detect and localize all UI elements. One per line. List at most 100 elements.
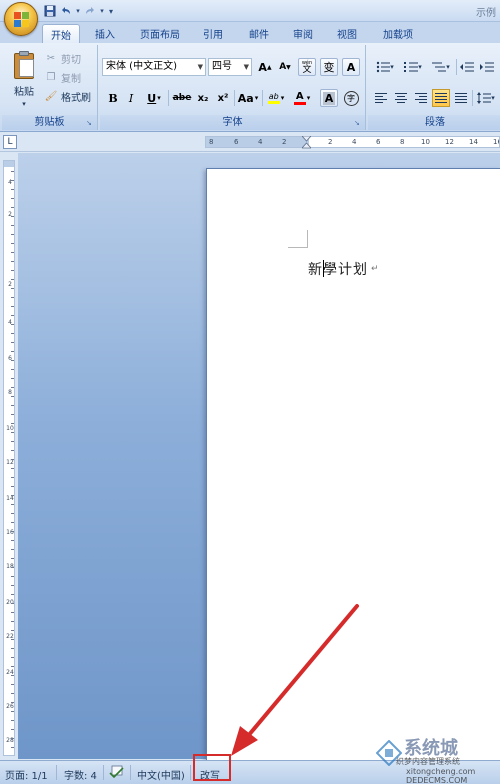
line-spacing-button[interactable]: ▾ xyxy=(474,89,498,107)
cut-label: 剪切 xyxy=(61,54,81,66)
numbering-button[interactable]: ▾ xyxy=(400,58,426,76)
format-painter-label: 格式刷 xyxy=(61,92,91,104)
office-logo-icon xyxy=(14,12,30,28)
align-left-button[interactable] xyxy=(372,89,390,107)
paragraph-mark: ↵ xyxy=(371,264,379,274)
shrink-font-button[interactable]: A ▼ xyxy=(276,58,294,76)
ruler-number: 14 xyxy=(6,495,14,502)
tab-selector-button[interactable]: L xyxy=(3,135,17,149)
ruler-tick xyxy=(11,612,14,613)
paragraph-group-label: 段落 xyxy=(368,115,500,130)
char-shading-button[interactable]: A xyxy=(320,89,338,107)
tab-review[interactable]: 审阅 xyxy=(286,24,320,43)
bold-button[interactable]: B xyxy=(104,89,122,107)
ruler-tick xyxy=(11,621,14,622)
document-page[interactable] xyxy=(206,168,500,760)
char-border-icon: A xyxy=(346,60,356,74)
cut-button[interactable]: ✂ 剪切 xyxy=(44,50,81,66)
ruler-number: 6 xyxy=(376,138,381,146)
document-text[interactable]: 新學计划 xyxy=(308,259,368,279)
align-center-button[interactable] xyxy=(392,89,410,107)
align-right-button[interactable] xyxy=(412,89,430,107)
ruler-tick xyxy=(11,414,14,415)
justify-button[interactable] xyxy=(432,89,450,107)
grow-font-button[interactable]: A ▲ xyxy=(256,58,274,76)
multilevel-list-button[interactable]: ▾ xyxy=(428,58,454,76)
align-left-icon xyxy=(375,93,387,103)
tab-addins[interactable]: 加载项 xyxy=(376,24,420,43)
watermark-url: xitongcheng.com DEDECMS.COM xyxy=(406,767,476,784)
copy-label: 复制 xyxy=(61,73,81,85)
change-case-button[interactable]: Aa ▾ xyxy=(236,89,260,107)
undo-icon[interactable] xyxy=(58,3,74,19)
underline-button[interactable]: U ▾ xyxy=(142,89,166,107)
decrease-indent-button[interactable] xyxy=(458,58,476,76)
horizontal-ruler[interactable]: 8 6 4 2 2 4 6 8 10 12 14 16 xyxy=(205,136,500,148)
save-icon[interactable] xyxy=(42,3,58,19)
bullets-button[interactable]: ▾ xyxy=(372,58,398,76)
paste-label: 粘贴 xyxy=(14,87,34,98)
tab-references[interactable]: 引用 xyxy=(196,24,230,43)
align-center-icon xyxy=(395,93,407,103)
paste-dropdown-icon[interactable]: ▾ xyxy=(22,100,26,108)
proofing-icon[interactable] xyxy=(109,765,125,782)
tab-page-layout[interactable]: 页面布局 xyxy=(134,24,186,43)
ruler-tick xyxy=(11,594,14,595)
ruler-tick xyxy=(11,279,14,280)
ruler-tick xyxy=(11,504,14,505)
undo-dropdown-icon[interactable]: ▾ xyxy=(74,3,82,19)
italic-icon: I xyxy=(128,91,134,105)
clipboard-launcher-icon[interactable]: ↘ xyxy=(86,119,94,127)
font-size-combo[interactable]: 四号 ▼ xyxy=(208,58,252,76)
phonetic-guide-button[interactable]: 变 xyxy=(320,58,338,76)
ruler-tick xyxy=(11,630,14,631)
tab-home[interactable]: 开始 xyxy=(42,24,80,43)
distributed-button[interactable] xyxy=(452,89,470,107)
redo-icon[interactable] xyxy=(82,3,98,19)
office-button[interactable] xyxy=(4,2,38,36)
customize-qa-icon[interactable]: ▾ xyxy=(106,3,116,19)
ribbon-tabs: 开始 插入 页面布局 引用 邮件 审阅 视图 加载项 xyxy=(0,22,500,43)
ruler-tick xyxy=(11,252,14,253)
vertical-ruler[interactable]: 4 2 2 4 6 8 10 12 14 16 18 20 22 24 26 2… xyxy=(3,160,15,756)
font-name-combo[interactable]: 宋体 (中文正文) ▼ xyxy=(102,58,206,76)
line-spacing-icon xyxy=(477,92,492,104)
tab-view[interactable]: 视图 xyxy=(330,24,364,43)
strikethrough-button[interactable]: abe xyxy=(172,89,192,107)
page-count-status[interactable]: 页面: 1/1 xyxy=(5,767,48,782)
italic-button[interactable]: I xyxy=(122,89,140,107)
font-name-value: 宋体 (中文正文) xyxy=(106,61,177,72)
clear-format-button[interactable]: wén 文 xyxy=(298,58,316,76)
indent-marker-icon[interactable] xyxy=(302,136,311,150)
ruler-number: 2 xyxy=(8,281,12,288)
char-border-button[interactable]: A xyxy=(342,58,360,76)
subscript-icon: x₂ xyxy=(197,92,209,104)
font-color-button[interactable]: A ▾ xyxy=(290,89,314,107)
ruler-number: 10 xyxy=(6,425,14,432)
enclose-char-button[interactable]: 字 xyxy=(342,89,360,107)
copy-icon: ❐ xyxy=(46,71,56,83)
subscript-button[interactable]: x₂ xyxy=(194,89,212,107)
distributed-icon xyxy=(455,93,467,103)
title-bar: ▾ ▾ ▾ 示例 xyxy=(0,0,500,22)
tab-insert[interactable]: 插入 xyxy=(86,24,124,43)
ruler-tick xyxy=(11,531,14,532)
clipboard-group-label: 剪贴板 xyxy=(2,115,97,130)
ruler-tick xyxy=(11,513,14,514)
superscript-button[interactable]: x² xyxy=(214,89,232,107)
ruler-tick xyxy=(11,468,14,469)
language-status[interactable]: 中文(中国) xyxy=(137,767,185,782)
increase-indent-button[interactable] xyxy=(478,58,496,76)
paste-button[interactable]: 粘贴 ▾ xyxy=(8,49,40,111)
ruler-tick xyxy=(11,639,14,640)
tab-mailings[interactable]: 邮件 xyxy=(242,24,276,43)
font-launcher-icon[interactable]: ↘ xyxy=(354,119,362,127)
word-count-status[interactable]: 字数: 4 xyxy=(64,767,97,782)
redo-dropdown-icon[interactable]: ▾ xyxy=(98,3,106,19)
copy-button[interactable]: ❐ 复制 xyxy=(44,69,81,85)
ruler-tick xyxy=(11,585,14,586)
format-painter-button[interactable]: 🖌 格式刷 xyxy=(44,88,91,104)
ruler-tick xyxy=(11,738,14,739)
highlight-button[interactable]: ab ▾ xyxy=(264,89,288,107)
font-group-label: 字体 xyxy=(100,115,365,130)
